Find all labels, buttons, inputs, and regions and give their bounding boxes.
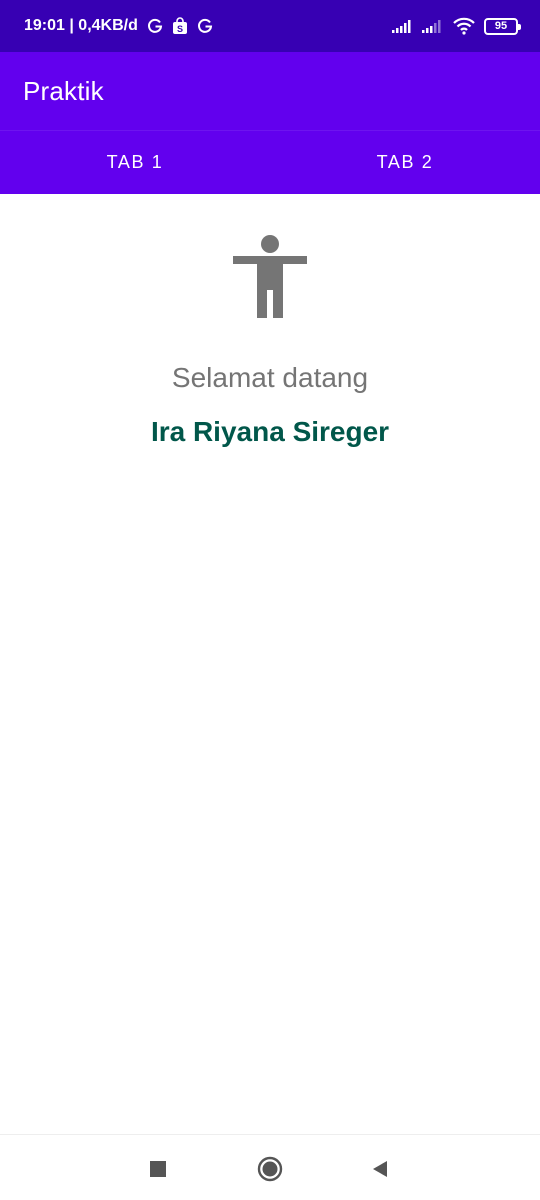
welcome-text: Selamat datang <box>171 362 369 393</box>
tab-2[interactable]: TAB 2 <box>270 131 540 194</box>
recents-icon[interactable] <box>144 1155 172 1183</box>
home-icon[interactable] <box>256 1155 284 1183</box>
g-icon <box>196 17 214 35</box>
back-icon[interactable] <box>366 1155 394 1183</box>
battery-icon: 95 <box>484 17 521 35</box>
tab-2-label: TAB 2 <box>376 152 434 172</box>
tab-1[interactable]: TAB 1 <box>0 131 270 194</box>
app-bar: Praktik <box>0 52 540 130</box>
battery-level: 95 <box>494 20 508 32</box>
shopping-bag-icon: S <box>172 17 188 35</box>
screen: 19:01 | 0,4KB/d S 95 Praktik TAB 1 TAB 2… <box>0 0 540 1200</box>
navigation-bar <box>0 1134 540 1200</box>
accessibility-icon <box>232 234 308 320</box>
user-name: Ira Riyana Sireger <box>150 416 390 447</box>
status-bar: 19:01 | 0,4KB/d S 95 <box>0 0 540 52</box>
tab-content: Selamat datang Ira Riyana Sireger <box>0 194 540 1134</box>
app-title: Praktik <box>23 75 104 106</box>
svg-text:S: S <box>177 24 183 34</box>
signal-icon <box>392 19 414 33</box>
status-left: 19:01 | 0,4KB/d S <box>24 17 214 35</box>
signal-icon <box>422 19 444 33</box>
wifi-icon <box>452 17 476 35</box>
tab-bar: TAB 1 TAB 2 <box>0 130 540 194</box>
status-right: 95 <box>392 17 521 35</box>
status-time-data: 19:01 | 0,4KB/d <box>24 17 138 34</box>
g-icon <box>146 17 164 35</box>
tab-1-label: TAB 1 <box>106 152 164 172</box>
